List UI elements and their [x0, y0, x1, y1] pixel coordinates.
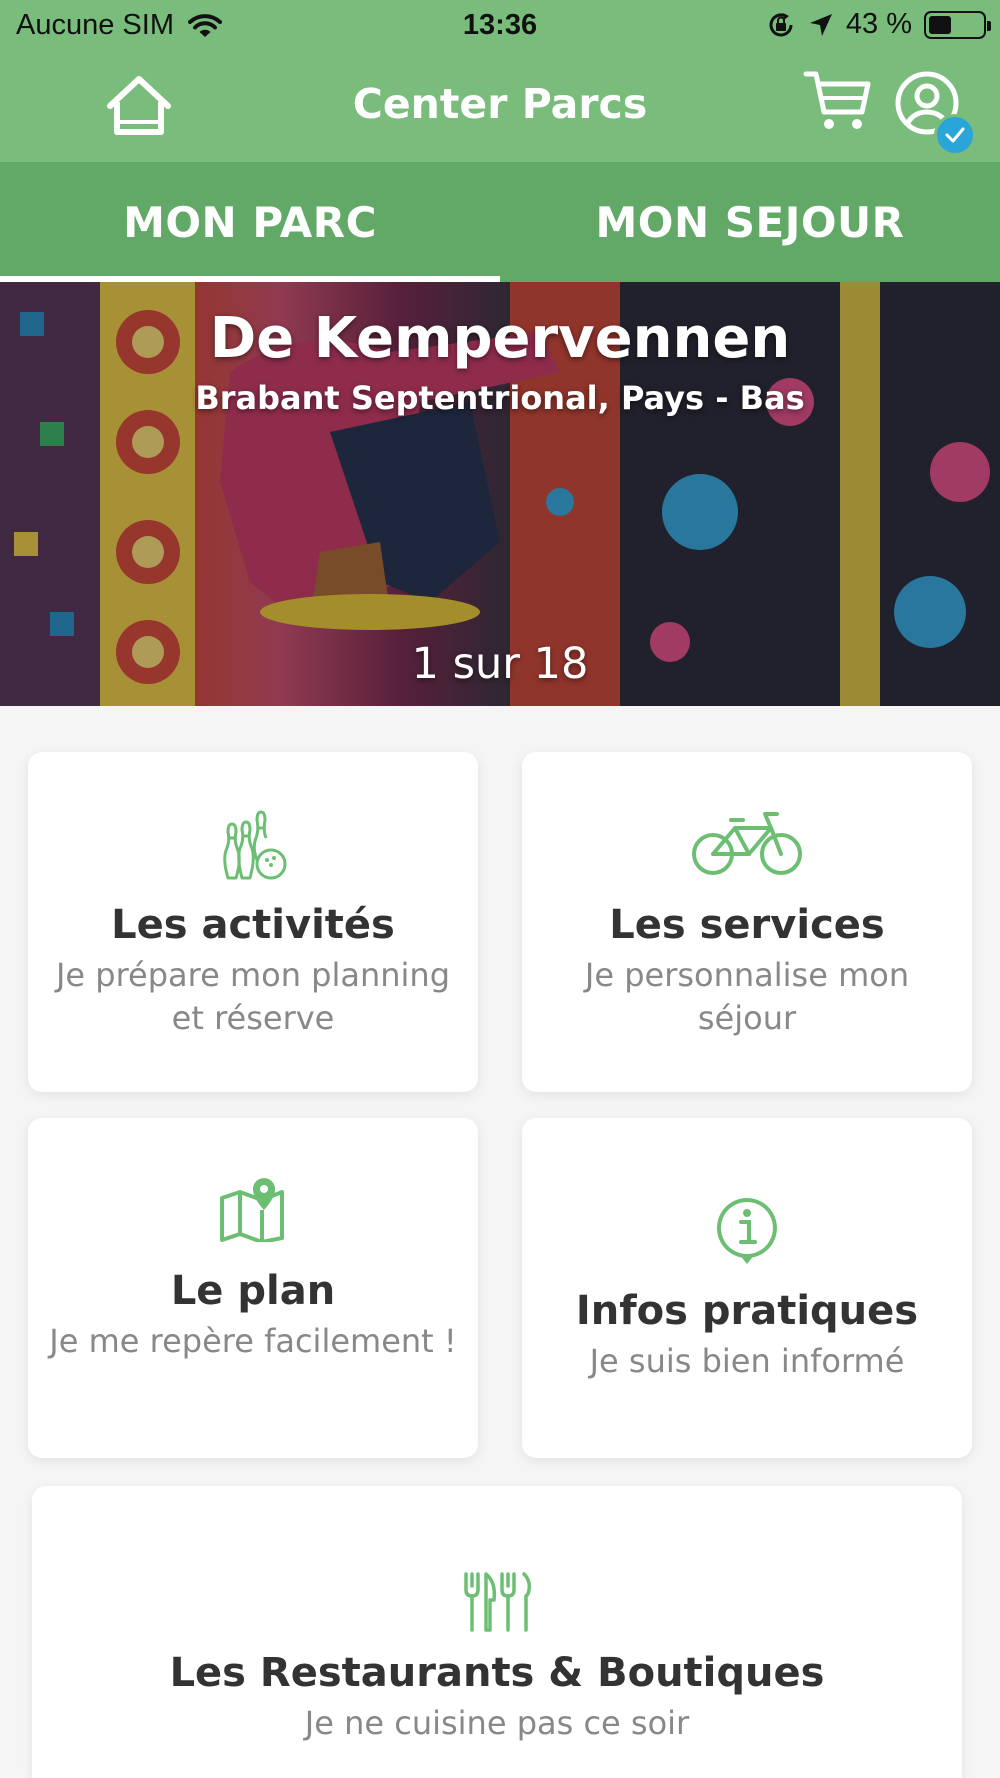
- battery-level: [929, 15, 952, 34]
- activities-subtitle: Je prépare mon planning et réserve: [55, 956, 451, 1037]
- profile-button[interactable]: [894, 70, 976, 156]
- services-card[interactable]: Les services Je personnalise mon séjour: [522, 752, 972, 1092]
- tab-mon-sejour[interactable]: MON SEJOUR: [500, 162, 1000, 282]
- map-icon: [220, 1178, 284, 1242]
- restaurants-title: Les Restaurants & Boutiques: [169, 1650, 825, 1696]
- restaurants-card[interactable]: Les Restaurants & Boutiques Je ne cuisin…: [32, 1486, 962, 1778]
- services-subtitle: Je personnalise mon séjour: [584, 956, 910, 1037]
- services-title: Les services: [609, 902, 885, 948]
- cart-icon[interactable]: [802, 68, 872, 134]
- info-subtitle: Je suis bien informé: [589, 1342, 905, 1380]
- park-image-carousel[interactable]: De Kempervennen Brabant Septentrional, P…: [0, 282, 1000, 706]
- battery-icon: [924, 10, 991, 39]
- park-location: Brabant Septentrional, Pays - Bas: [195, 379, 805, 417]
- tab-bar: MON PARC MON SEJOUR: [0, 162, 1000, 282]
- info-title: Infos pratiques: [575, 1288, 919, 1334]
- battery-percent: 43 %: [845, 8, 912, 40]
- activities-card[interactable]: Les activités Je prépare mon planning et…: [28, 752, 478, 1092]
- status-bar: Aucune SIM 13:36 43 %: [0, 0, 1000, 52]
- bowling-icon: [223, 810, 287, 880]
- carousel-counter: 1 sur 18: [411, 639, 589, 689]
- check-icon: [945, 127, 965, 143]
- orientation-lock-icon: [769, 12, 793, 36]
- restaurants-subtitle: Je ne cuisine pas ce soir: [304, 1704, 690, 1742]
- activities-title: Les activités: [111, 902, 395, 948]
- cutlery-icon: [464, 1572, 532, 1632]
- map-subtitle: Je me repère facilement !: [49, 1322, 457, 1360]
- verified-badge: [934, 114, 976, 156]
- bicycle-icon: [692, 812, 802, 875]
- info-card[interactable]: Infos pratiques Je suis bien informé: [522, 1118, 972, 1458]
- status-right: 43 %: [766, 8, 991, 41]
- map-title: Le plan: [170, 1268, 336, 1314]
- tab-mon-parc[interactable]: MON PARC: [0, 162, 500, 282]
- nav-bar: Center Parcs: [0, 52, 1000, 162]
- map-card[interactable]: Le plan Je me repère facilement !: [28, 1118, 478, 1458]
- info-icon: [716, 1198, 777, 1264]
- location-arrow-icon: [809, 13, 832, 36]
- park-name: De Kempervennen: [209, 306, 791, 371]
